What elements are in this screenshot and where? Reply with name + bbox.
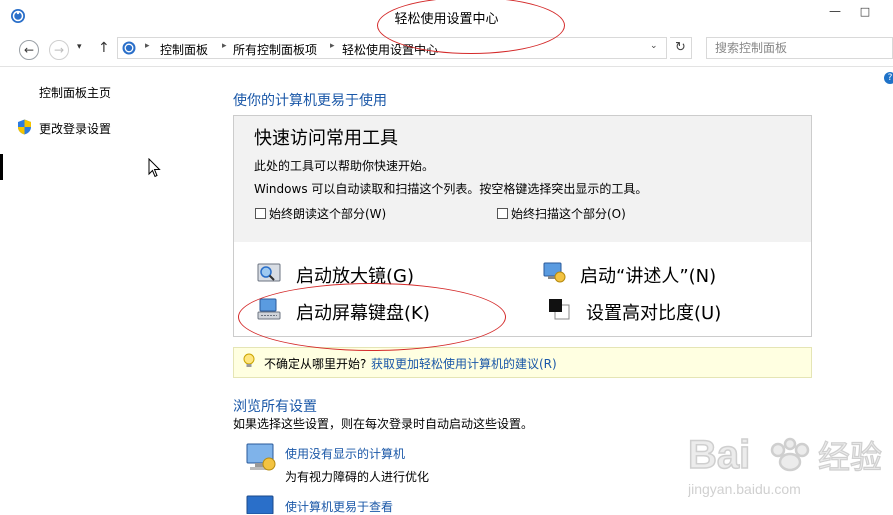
annotation-circle bbox=[238, 283, 506, 351]
breadcrumb-separator[interactable]: ▸ bbox=[222, 41, 227, 51]
use-without-display-description: 为有视力障碍的人进行优化 bbox=[285, 470, 430, 484]
address-dropdown-icon[interactable]: ⌄ bbox=[650, 41, 658, 51]
quick-access-description: Windows 可以自动读取和扫描这个列表。按空格键选择突出显示的工具。 bbox=[254, 182, 648, 196]
browse-settings-heading: 浏览所有设置 bbox=[233, 399, 317, 415]
breadcrumb-all-items[interactable]: 所有控制面板项 bbox=[233, 41, 317, 58]
set-high-contrast-link[interactable]: 设置高对比度(U) bbox=[586, 299, 721, 325]
refresh-button[interactable]: ↻ bbox=[670, 37, 692, 59]
quick-access-description: 此处的工具可以帮助你快速开始。 bbox=[254, 159, 435, 173]
computer-without-display-icon bbox=[246, 443, 276, 471]
lightbulb-icon bbox=[243, 353, 255, 367]
up-button[interactable]: ↑ bbox=[98, 40, 110, 56]
page-heading: 使你的计算机更易于使用 bbox=[233, 93, 387, 109]
forward-button[interactable]: → bbox=[49, 40, 69, 60]
help-icon[interactable]: ? bbox=[884, 72, 893, 84]
always-scan-label[interactable]: 始终扫描这个部分(O) bbox=[511, 205, 626, 222]
window-edge bbox=[0, 154, 3, 180]
breadcrumb-separator[interactable]: ▸ bbox=[145, 41, 150, 51]
high-contrast-icon bbox=[549, 299, 570, 320]
watermark-url: jingyan.baidu.com bbox=[688, 481, 801, 497]
always-scan-checkbox[interactable] bbox=[497, 208, 508, 219]
make-easier-to-see-link[interactable]: 使计算机更易于查看 bbox=[285, 498, 393, 515]
minimize-button[interactable]: — bbox=[820, 0, 850, 26]
magnifier-icon bbox=[257, 263, 281, 282]
browse-settings-description: 如果选择这些设置，则在每次登录时自动启动这些设置。 bbox=[233, 417, 534, 431]
use-without-display-link[interactable]: 使用没有显示的计算机 bbox=[285, 445, 405, 462]
quick-access-title: 快速访问常用工具 bbox=[254, 128, 398, 149]
breadcrumb-separator[interactable]: ▸ bbox=[330, 41, 335, 51]
make-computer-easier-icon bbox=[246, 495, 274, 514]
recent-locations-button[interactable]: ▾ bbox=[77, 42, 82, 52]
always-read-checkbox[interactable] bbox=[255, 208, 266, 219]
narrator-icon bbox=[543, 262, 566, 283]
watermark-brand-cn: 经验 bbox=[818, 439, 882, 475]
tip-text: 不确定从哪里开始? bbox=[264, 357, 367, 371]
back-button[interactable]: ← bbox=[19, 40, 39, 60]
start-narrator-link[interactable]: 启动“讲述人”(N) bbox=[580, 262, 716, 288]
search-input[interactable]: 搜索控制面板 bbox=[706, 37, 893, 59]
baidu-watermark-logo: Bai 经验 jingyan.baidu.com bbox=[688, 432, 883, 497]
get-recommendations-link[interactable]: 获取更加轻松使用计算机的建议(R) bbox=[371, 355, 557, 372]
control-panel-home-link[interactable]: 控制面板主页 bbox=[39, 84, 111, 101]
change-login-settings-link[interactable]: 更改登录设置 bbox=[39, 120, 111, 137]
watermark-brand: Bai bbox=[688, 433, 750, 477]
maximize-button[interactable]: □ bbox=[850, 0, 880, 26]
control-panel-icon bbox=[122, 41, 136, 55]
shield-icon bbox=[18, 119, 31, 135]
always-read-label[interactable]: 始终朗读这个部分(W) bbox=[269, 205, 386, 222]
mouse-cursor-icon bbox=[148, 158, 161, 178]
breadcrumb-control-panel[interactable]: 控制面板 bbox=[160, 41, 208, 58]
